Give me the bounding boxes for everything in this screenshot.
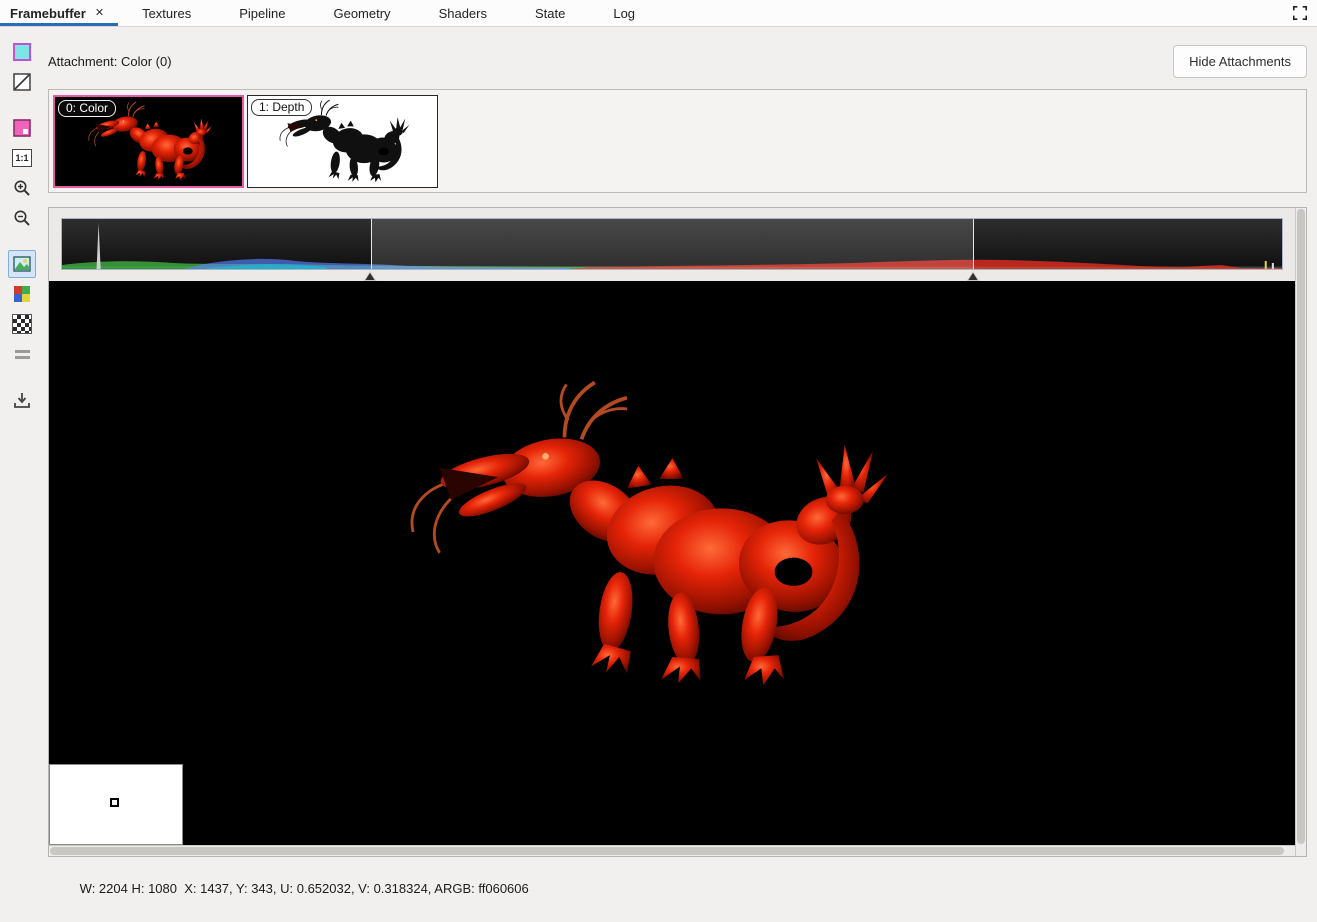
texture-viewer-panel: 1:1 Attachment: Color (0) Hide Attachm	[0, 27, 1317, 922]
histogram[interactable]	[61, 218, 1283, 270]
checkerboard-background-icon[interactable]	[8, 310, 36, 338]
attachment-thumbnail-depth[interactable]: 1: Depth	[247, 95, 438, 188]
pixel-status-text: W: 2204 H: 1080 X: 1437, Y: 343, U: 0.65…	[80, 881, 529, 896]
flip-y-icon[interactable]	[8, 114, 36, 142]
render-view-main	[49, 208, 1295, 856]
tab-shaders[interactable]: Shaders	[415, 0, 511, 26]
tabbar-spacer	[659, 0, 1283, 26]
alpha-background-icon[interactable]	[8, 68, 36, 96]
dragon-render	[379, 367, 909, 699]
texture-viewport[interactable]	[49, 281, 1295, 845]
actual-size-icon[interactable]: 1:1	[8, 144, 36, 172]
attachment-label: Attachment: Color (0)	[48, 54, 172, 69]
tab-state[interactable]: State	[511, 0, 589, 26]
histogram-area	[49, 208, 1295, 270]
tab-bar: Framebuffer ✕ Textures Pipeline Geometry…	[0, 0, 1317, 27]
viewer-content: Attachment: Color (0) Hide Attachments 0…	[44, 27, 1317, 922]
pixel-context-cursor	[110, 798, 119, 807]
hide-attachments-button[interactable]: Hide Attachments	[1173, 45, 1307, 78]
tab-textures[interactable]: Textures	[118, 0, 215, 26]
tab-geometry[interactable]: Geometry	[309, 0, 414, 26]
status-bar: W: 2204 H: 1080 X: 1437, Y: 343, U: 0.65…	[48, 866, 1307, 911]
vertical-scrollbar[interactable]	[1295, 208, 1306, 856]
subresource-range-icon[interactable]	[8, 340, 36, 368]
histogram-range-selection[interactable]	[371, 219, 974, 269]
one-to-one-label: 1:1	[12, 149, 32, 167]
horizontal-scrollbar-thumb[interactable]	[50, 847, 1284, 855]
horizontal-scrollbar[interactable]	[49, 845, 1295, 856]
render-view	[48, 207, 1307, 857]
viewer-toolbar: 1:1	[0, 27, 44, 922]
tab-framebuffer-label: Framebuffer	[10, 6, 86, 21]
background-color-swatch-icon[interactable]	[8, 38, 36, 66]
attachment-badge: 0: Color	[58, 100, 116, 117]
attachment-strip: 0: Color 1: Depth	[48, 89, 1307, 193]
vertical-scrollbar-thumb[interactable]	[1297, 209, 1305, 844]
zoom-in-icon[interactable]	[8, 174, 36, 202]
attachment-thumbnail-color[interactable]: 0: Color	[53, 95, 244, 188]
histogram-handle-row	[61, 270, 1283, 281]
close-tab-icon[interactable]: ✕	[95, 8, 104, 19]
attachment-header: Attachment: Color (0) Hide Attachments	[48, 45, 1307, 77]
save-texture-icon[interactable]	[8, 386, 36, 414]
pixel-context-view[interactable]	[49, 764, 183, 845]
rgba-channels-icon[interactable]	[8, 280, 36, 308]
image-visualize-icon[interactable]	[8, 250, 36, 278]
attachment-badge: 1: Depth	[251, 99, 312, 116]
tab-pipeline[interactable]: Pipeline	[215, 0, 309, 26]
fullscreen-icon[interactable]	[1283, 0, 1317, 26]
tab-log[interactable]: Log	[589, 0, 659, 26]
zoom-out-icon[interactable]	[8, 204, 36, 232]
tab-framebuffer[interactable]: Framebuffer ✕	[0, 0, 118, 26]
